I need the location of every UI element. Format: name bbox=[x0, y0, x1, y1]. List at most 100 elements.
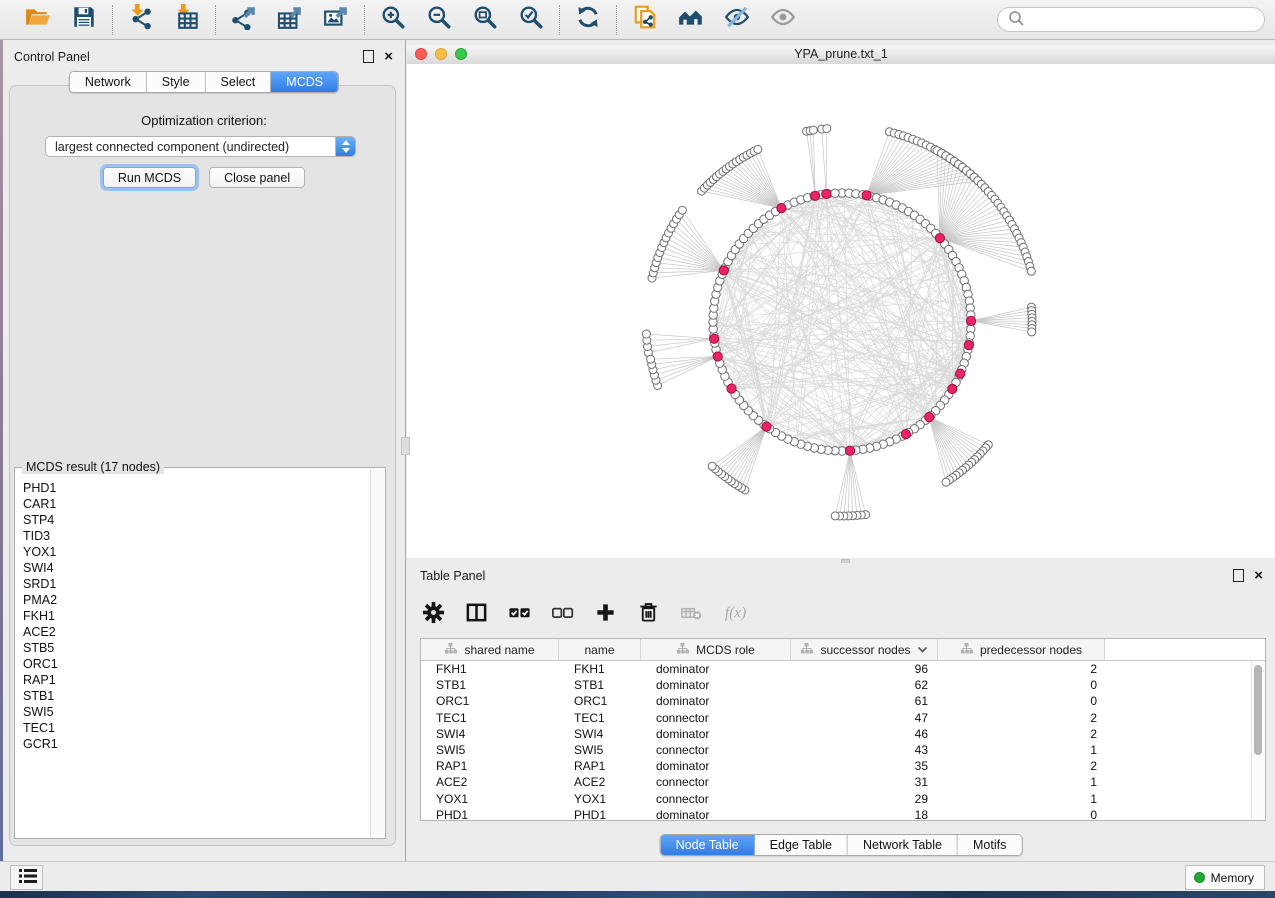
close-table-panel-icon[interactable]: × bbox=[1254, 570, 1263, 581]
search-field[interactable] bbox=[997, 7, 1265, 32]
result-node-item[interactable]: STB5 bbox=[23, 640, 371, 656]
import-table-button[interactable] bbox=[172, 5, 202, 35]
result-node-item[interactable]: RAP1 bbox=[23, 672, 371, 688]
mcds-node[interactable] bbox=[727, 384, 736, 393]
deselect-all-rows-button[interactable] bbox=[549, 602, 575, 628]
vertical-splitter-handle[interactable] bbox=[401, 437, 410, 455]
table-row[interactable]: PHD1PHD1dominator180 bbox=[421, 807, 1265, 821]
tab-network[interactable]: Network bbox=[70, 72, 147, 92]
result-node-item[interactable]: TEC1 bbox=[23, 720, 371, 736]
export-image-button[interactable] bbox=[321, 5, 351, 35]
network-window-titlebar[interactable]: YPA_prune.txt_1 bbox=[407, 45, 1275, 65]
mcds-node[interactable] bbox=[713, 352, 722, 361]
criterion-dropdown[interactable]: largest connected component (undirected) bbox=[45, 136, 356, 157]
result-list-scrollbar[interactable] bbox=[370, 469, 384, 837]
zoom-in-button[interactable] bbox=[378, 5, 408, 35]
tab-style[interactable]: Style bbox=[147, 72, 206, 92]
result-node-item[interactable]: ACE2 bbox=[23, 624, 371, 640]
result-node-item[interactable]: SWI5 bbox=[23, 704, 371, 720]
column-header-name[interactable]: name bbox=[559, 639, 641, 660]
first-neighbors-button[interactable] bbox=[676, 5, 706, 35]
column-header-predecessor-nodes[interactable]: predecessor nodes bbox=[938, 639, 1105, 660]
mcds-node[interactable] bbox=[966, 316, 975, 325]
float-panel-icon[interactable] bbox=[363, 50, 374, 63]
result-node-item[interactable]: STB1 bbox=[23, 688, 371, 704]
show-all-button[interactable] bbox=[768, 5, 798, 35]
tab-node-table[interactable]: Node Table bbox=[661, 835, 755, 855]
result-node-item[interactable]: YOX1 bbox=[23, 544, 371, 560]
zoom-out-button[interactable] bbox=[424, 5, 454, 35]
memory-button[interactable]: Memory bbox=[1185, 865, 1265, 890]
table-row[interactable]: RAP1RAP1dominator352 bbox=[421, 758, 1265, 774]
result-node-item[interactable]: GCR1 bbox=[23, 736, 371, 752]
table-row[interactable]: TEC1TEC1connector472 bbox=[421, 710, 1265, 726]
tree-icon bbox=[960, 642, 974, 658]
hide-selected-button[interactable] bbox=[722, 5, 752, 35]
table-row[interactable]: ACE2ACE2connector311 bbox=[421, 774, 1265, 790]
run-mcds-button[interactable]: Run MCDS bbox=[103, 167, 196, 188]
table-row[interactable]: YOX1YOX1connector291 bbox=[421, 791, 1265, 807]
select-all-rows-button[interactable] bbox=[506, 602, 532, 628]
tab-edge-table[interactable]: Edge Table bbox=[755, 835, 848, 855]
table-scrollbar[interactable] bbox=[1251, 661, 1264, 819]
function-builder-button[interactable]: f(x) bbox=[721, 602, 747, 628]
mcds-node[interactable] bbox=[710, 334, 719, 343]
mcds-node[interactable] bbox=[901, 430, 910, 439]
duplicate-network-button[interactable] bbox=[630, 5, 660, 35]
result-node-item[interactable]: STP4 bbox=[23, 512, 371, 528]
add-column-button[interactable] bbox=[592, 602, 618, 628]
mcds-node[interactable] bbox=[811, 191, 820, 200]
mcds-node[interactable] bbox=[964, 341, 973, 350]
column-header-successor-nodes[interactable]: successor nodes bbox=[791, 639, 938, 660]
result-node-item[interactable]: TID3 bbox=[23, 528, 371, 544]
delete-table-button[interactable] bbox=[678, 602, 704, 628]
tab-motifs[interactable]: Motifs bbox=[958, 835, 1021, 855]
show-columns-button[interactable] bbox=[463, 602, 489, 628]
delete-column-button[interactable] bbox=[635, 602, 661, 628]
result-node-item[interactable]: FKH1 bbox=[23, 608, 371, 624]
mcds-node[interactable] bbox=[762, 422, 771, 431]
mcds-node[interactable] bbox=[948, 384, 957, 393]
table-scrollbar-thumb[interactable] bbox=[1254, 665, 1262, 755]
mcds-node[interactable] bbox=[925, 413, 934, 422]
mcds-node[interactable] bbox=[822, 189, 831, 198]
table-row[interactable]: SWI5SWI5connector431 bbox=[421, 742, 1265, 758]
import-network-button[interactable] bbox=[126, 5, 156, 35]
tab-select[interactable]: Select bbox=[206, 72, 272, 92]
column-header-shared-name[interactable]: shared name bbox=[421, 639, 559, 660]
open-file-button[interactable] bbox=[23, 5, 53, 35]
mcds-node[interactable] bbox=[777, 204, 786, 213]
tab-mcds[interactable]: MCDS bbox=[271, 72, 338, 92]
table-row[interactable]: ORC1ORC1dominator610 bbox=[421, 693, 1265, 709]
mcds-node[interactable] bbox=[935, 234, 944, 243]
table-settings-button[interactable] bbox=[420, 602, 446, 628]
mcds-node[interactable] bbox=[862, 191, 871, 200]
zoom-selected-button[interactable] bbox=[516, 5, 546, 35]
mcds-node[interactable] bbox=[956, 369, 965, 378]
show-panels-button[interactable] bbox=[10, 865, 43, 890]
close-panel-button[interactable]: Close panel bbox=[209, 167, 305, 188]
table-row[interactable]: FKH1FKH1dominator962 bbox=[421, 661, 1265, 677]
table-row[interactable]: SWI4SWI4dominator462 bbox=[421, 726, 1265, 742]
zoom-fit-button[interactable] bbox=[470, 5, 500, 35]
result-node-item[interactable]: SWI4 bbox=[23, 560, 371, 576]
float-table-panel-icon[interactable] bbox=[1233, 569, 1244, 582]
result-node-item[interactable]: CAR1 bbox=[23, 496, 371, 512]
column-header-MCDS-role[interactable]: MCDS role bbox=[641, 639, 791, 660]
export-network-button[interactable] bbox=[229, 5, 259, 35]
network-graph[interactable] bbox=[407, 64, 1275, 558]
export-table-button[interactable] bbox=[275, 5, 305, 35]
result-node-item[interactable]: PHD1 bbox=[23, 480, 371, 496]
refresh-button[interactable] bbox=[573, 5, 603, 35]
mcds-node[interactable] bbox=[719, 266, 728, 275]
tab-network-table[interactable]: Network Table bbox=[848, 835, 958, 855]
search-input[interactable] bbox=[1030, 12, 1255, 28]
result-node-item[interactable]: PMA2 bbox=[23, 592, 371, 608]
network-canvas[interactable] bbox=[407, 64, 1275, 558]
result-node-item[interactable]: ORC1 bbox=[23, 656, 371, 672]
save-session-button[interactable] bbox=[69, 5, 99, 35]
table-row[interactable]: STB1STB1dominator620 bbox=[421, 677, 1265, 693]
close-panel-icon[interactable]: × bbox=[384, 51, 393, 62]
mcds-node[interactable] bbox=[846, 446, 855, 455]
result-node-item[interactable]: SRD1 bbox=[23, 576, 371, 592]
